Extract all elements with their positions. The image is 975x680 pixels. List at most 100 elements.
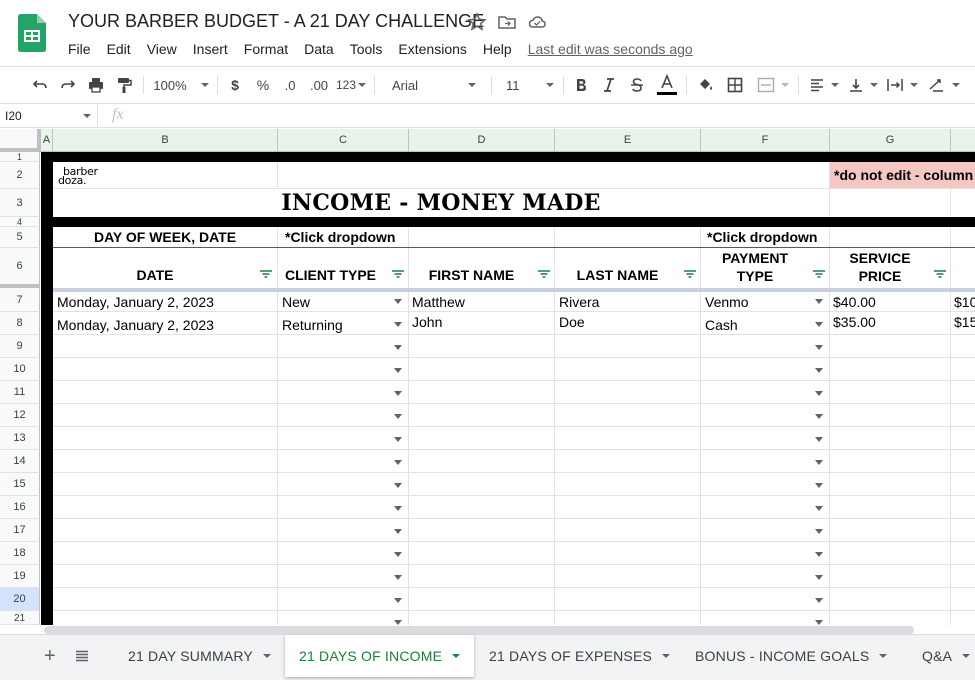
dropdown-arrow-icon[interactable] [394, 483, 402, 488]
row-header-8[interactable]: 8 [0, 312, 40, 335]
dropdown-arrow-icon[interactable] [394, 620, 402, 625]
sheet-grid[interactable]: A B C D E F G 1 2 3 4 5 6 7 8 9 10 11 12… [0, 129, 975, 625]
dropdown-arrow-icon[interactable] [815, 322, 823, 327]
dropdown-arrow-icon[interactable] [815, 598, 823, 603]
cloud-status-icon[interactable] [527, 12, 547, 32]
tab-bonus-income-goals[interactable]: BONUS - INCOME GOALS [681, 635, 901, 677]
row-header-20[interactable]: 20 [0, 588, 40, 611]
column-header-a[interactable]: A [41, 129, 53, 152]
column-header-d[interactable]: D [409, 129, 555, 152]
name-box[interactable]: I20 [0, 104, 98, 128]
column-header-b[interactable]: B [53, 129, 278, 152]
increase-decimal-button[interactable]: .00 [305, 67, 333, 103]
filter-icon[interactable] [392, 270, 404, 278]
dropdown-arrow-icon[interactable] [815, 620, 823, 625]
cell-client-type[interactable]: New [282, 292, 382, 311]
filter-icon[interactable] [934, 270, 946, 278]
tab-21-days-of-income[interactable]: 21 DAYS OF INCOME [285, 635, 475, 677]
undo-button[interactable] [28, 67, 52, 103]
row-header-14[interactable]: 14 [0, 450, 40, 473]
row-header-3[interactable]: 3 [0, 189, 40, 217]
font-family-select[interactable]: Arial [380, 67, 484, 103]
dropdown-arrow-icon[interactable] [394, 368, 402, 373]
row-header-17[interactable]: 17 [0, 519, 40, 542]
row-header-1[interactable]: 1 [0, 152, 40, 162]
filter-icon[interactable] [538, 270, 550, 278]
dropdown-arrow-icon[interactable] [394, 460, 402, 465]
column-header-g[interactable]: G [830, 129, 951, 152]
zoom-select[interactable]: 100% [150, 67, 212, 103]
row-header-21[interactable]: 21 [0, 611, 40, 625]
tab-qa[interactable]: Q&A [908, 635, 975, 677]
print-button[interactable] [84, 67, 108, 103]
row-header-13[interactable]: 13 [0, 427, 40, 450]
borders-button[interactable] [724, 67, 746, 103]
menu-insert[interactable]: Insert [185, 41, 236, 57]
add-sheet-button[interactable]: + [36, 635, 64, 677]
dropdown-arrow-icon[interactable] [394, 598, 402, 603]
redo-button[interactable] [56, 67, 80, 103]
cell-client-type[interactable]: Returning [282, 315, 382, 334]
menu-edit[interactable]: Edit [99, 41, 139, 57]
cell-column-h[interactable]: $15 [954, 312, 975, 331]
cell-first-name[interactable]: John [412, 312, 552, 331]
cell-column-h[interactable]: $10 [954, 292, 975, 311]
dropdown-arrow-icon[interactable] [394, 391, 402, 396]
strikethrough-button[interactable] [626, 67, 648, 103]
row-header-6[interactable]: 6 [0, 248, 40, 288]
row-header-9[interactable]: 9 [0, 335, 40, 358]
fill-color-button[interactable] [694, 67, 716, 103]
column-header-c[interactable]: C [278, 129, 409, 152]
font-size-select[interactable]: 11 [496, 67, 558, 103]
tab-21-day-summary[interactable]: 21 DAY SUMMARY [114, 635, 285, 677]
cell-service-price[interactable]: $35.00 [833, 312, 948, 331]
menu-view[interactable]: View [139, 41, 185, 57]
menu-data[interactable]: Data [296, 41, 342, 57]
horizontal-align-button[interactable] [806, 67, 842, 103]
cell-last-name[interactable]: Doe [559, 312, 699, 331]
dropdown-arrow-icon[interactable] [815, 414, 823, 419]
dropdown-arrow-icon[interactable] [815, 460, 823, 465]
dropdown-arrow-icon[interactable] [394, 437, 402, 442]
dropdown-arrow-icon[interactable] [394, 529, 402, 534]
cell-payment-type[interactable]: Cash [705, 315, 805, 334]
filter-icon[interactable] [813, 270, 825, 278]
dropdown-arrow-icon[interactable] [815, 483, 823, 488]
row-header-11[interactable]: 11 [0, 381, 40, 404]
bold-button[interactable] [570, 67, 592, 103]
italic-button[interactable] [598, 67, 620, 103]
document-title[interactable]: YOUR BARBER BUDGET - A 21 DAY CHALLENGE [68, 11, 484, 32]
menu-tools[interactable]: Tools [342, 41, 391, 57]
dropdown-arrow-icon[interactable] [815, 575, 823, 580]
dropdown-arrow-icon[interactable] [815, 529, 823, 534]
filter-icon[interactable] [684, 270, 696, 278]
menu-file[interactable]: File [60, 41, 99, 57]
dropdown-arrow-icon[interactable] [815, 552, 823, 557]
cell-payment-type[interactable]: Venmo [705, 292, 805, 311]
text-rotation-button[interactable] [924, 67, 964, 103]
cell-date[interactable]: Monday, January 2, 2023 [57, 292, 275, 311]
dropdown-arrow-icon[interactable] [394, 322, 402, 327]
column-header-h[interactable] [951, 129, 975, 152]
row-header-16[interactable]: 16 [0, 496, 40, 519]
row-header-2[interactable]: 2 [0, 162, 40, 189]
cell-date[interactable]: Monday, January 2, 2023 [57, 315, 275, 334]
cell-last-name[interactable]: Rivera [559, 292, 699, 311]
dropdown-arrow-icon[interactable] [815, 345, 823, 350]
row-header-4[interactable]: 4 [0, 217, 40, 227]
text-color-button[interactable] [654, 67, 680, 103]
row-header-5[interactable]: 5 [0, 227, 40, 248]
dropdown-arrow-icon[interactable] [394, 552, 402, 557]
merge-cells-button[interactable] [754, 67, 792, 103]
last-edit-link[interactable]: Last edit was seconds ago [528, 41, 693, 57]
row-header-10[interactable]: 10 [0, 358, 40, 381]
dropdown-arrow-icon[interactable] [815, 299, 823, 304]
currency-format-button[interactable]: $ [224, 67, 246, 103]
all-sheets-button[interactable] [70, 635, 94, 677]
horizontal-scrollbar[interactable] [44, 626, 914, 634]
percent-format-button[interactable]: % [252, 67, 274, 103]
cell-service-price[interactable]: $40.00 [833, 292, 948, 311]
dropdown-arrow-icon[interactable] [394, 299, 402, 304]
more-formats-button[interactable]: 123 [334, 67, 368, 103]
row-header-15[interactable]: 15 [0, 473, 40, 496]
